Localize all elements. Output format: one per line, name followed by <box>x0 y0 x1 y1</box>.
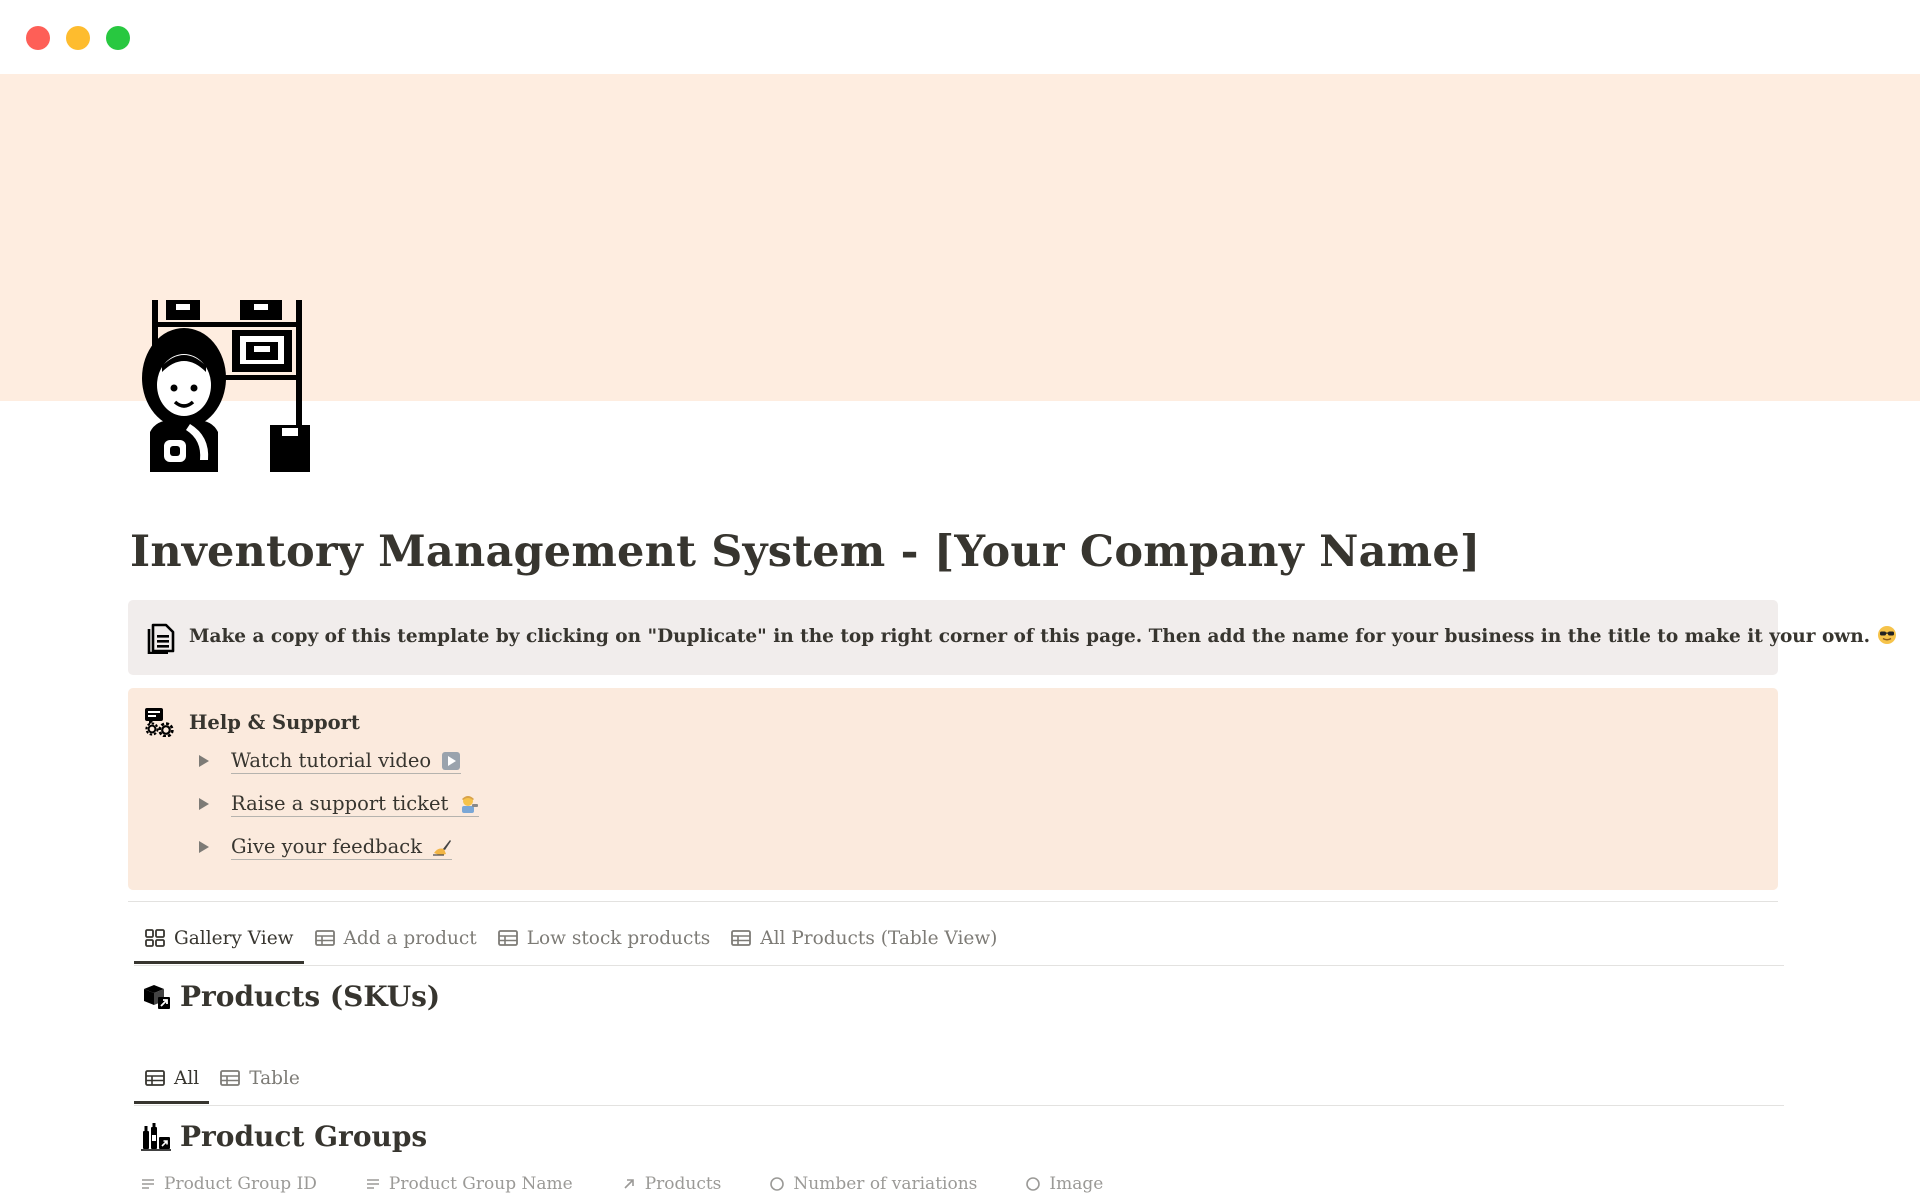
text-property-icon <box>140 1176 156 1192</box>
tab-add-a-product[interactable]: Add a product <box>304 914 487 962</box>
divider <box>134 965 1784 966</box>
product-groups-section-title[interactable]: Product Groups <box>140 1120 427 1153</box>
warehouse-worker-icon[interactable] <box>142 300 312 472</box>
toggle-watch-tutorial[interactable]: Watch tutorial video <box>197 746 462 776</box>
divider <box>134 1105 1784 1106</box>
triangle-right-icon[interactable] <box>197 840 211 854</box>
bottles-icon <box>140 1121 172 1153</box>
page-title[interactable]: Inventory Management System - [Your Comp… <box>130 527 1480 577</box>
table-icon <box>314 927 336 949</box>
column-header[interactable]: Products <box>621 1168 721 1200</box>
table-icon <box>219 1067 241 1089</box>
text-property-icon <box>365 1176 381 1192</box>
file-icon <box>1025 1176 1041 1192</box>
column-header[interactable]: Product Group ID <box>140 1168 317 1200</box>
column-header[interactable]: Image <box>1025 1168 1103 1200</box>
support-chat-gear-icon[interactable] <box>144 707 174 738</box>
help-support-callout: Help & Support Watch tutorial video Rais… <box>128 688 1778 890</box>
tab-label[interactable]: Table <box>249 1068 300 1089</box>
tab-all-products-table-view[interactable]: All Products (Table View) <box>720 914 1007 962</box>
formula-icon <box>769 1176 785 1192</box>
duplicate-callout: Make a copy of this template by clicking… <box>128 600 1896 675</box>
tab-label[interactable]: Add a product <box>344 928 477 949</box>
column-header[interactable]: Number of variations <box>769 1168 977 1200</box>
products-section-title[interactable]: Products (SKUs) <box>140 980 440 1013</box>
table-icon <box>144 1067 166 1089</box>
play-button-icon <box>441 751 461 771</box>
product-groups-column-headers: Product Group ID Product Group Name Prod… <box>140 1168 1151 1200</box>
tab-label[interactable]: Gallery View <box>174 928 294 949</box>
duplicate-callout-text: Make a copy of this template by clicking… <box>189 626 1871 647</box>
relation-icon <box>621 1176 637 1192</box>
table-icon <box>730 927 752 949</box>
minimize-window-button[interactable] <box>66 26 90 50</box>
writing-hand-icon <box>432 837 452 857</box>
zoom-window-button[interactable] <box>106 26 130 50</box>
tab-label[interactable]: All <box>174 1068 199 1089</box>
toggle-give-feedback[interactable]: Give your feedback <box>197 832 453 862</box>
database-view-tabs: Gallery View Add a product Low stock pro… <box>134 914 1007 964</box>
close-window-button[interactable] <box>26 26 50 50</box>
technician-icon <box>459 794 479 814</box>
help-support-title: Help & Support <box>189 711 360 734</box>
products-view-tabs: All Table <box>134 1054 310 1104</box>
gallery-icon <box>144 927 166 949</box>
tab-label[interactable]: Low stock products <box>527 928 711 949</box>
toggle-label[interactable]: Watch tutorial video <box>231 749 431 772</box>
products-title[interactable]: Products (SKUs) <box>180 980 440 1013</box>
table-icon <box>497 927 519 949</box>
tab-label[interactable]: All Products (Table View) <box>760 928 997 949</box>
tab-all[interactable]: All <box>134 1054 210 1104</box>
product-groups-title[interactable]: Product Groups <box>180 1120 427 1153</box>
tab-gallery-view[interactable]: Gallery View <box>134 914 304 964</box>
divider <box>128 901 1778 902</box>
sunglasses-face-icon <box>1877 626 1897 647</box>
toggle-label[interactable]: Raise a support ticket <box>231 792 448 815</box>
triangle-right-icon[interactable] <box>197 797 211 811</box>
toggle-support-ticket[interactable]: Raise a support ticket <box>197 789 479 819</box>
tab-low-stock-products[interactable]: Low stock products <box>487 914 721 962</box>
toggle-label[interactable]: Give your feedback <box>231 835 422 858</box>
window-titlebar <box>0 0 1920 74</box>
boxes-icon <box>140 981 172 1013</box>
column-header[interactable]: Product Group Name <box>365 1168 573 1200</box>
tab-table[interactable]: Table <box>209 1054 310 1102</box>
document-icon[interactable] <box>146 622 176 655</box>
triangle-right-icon[interactable] <box>197 754 211 768</box>
